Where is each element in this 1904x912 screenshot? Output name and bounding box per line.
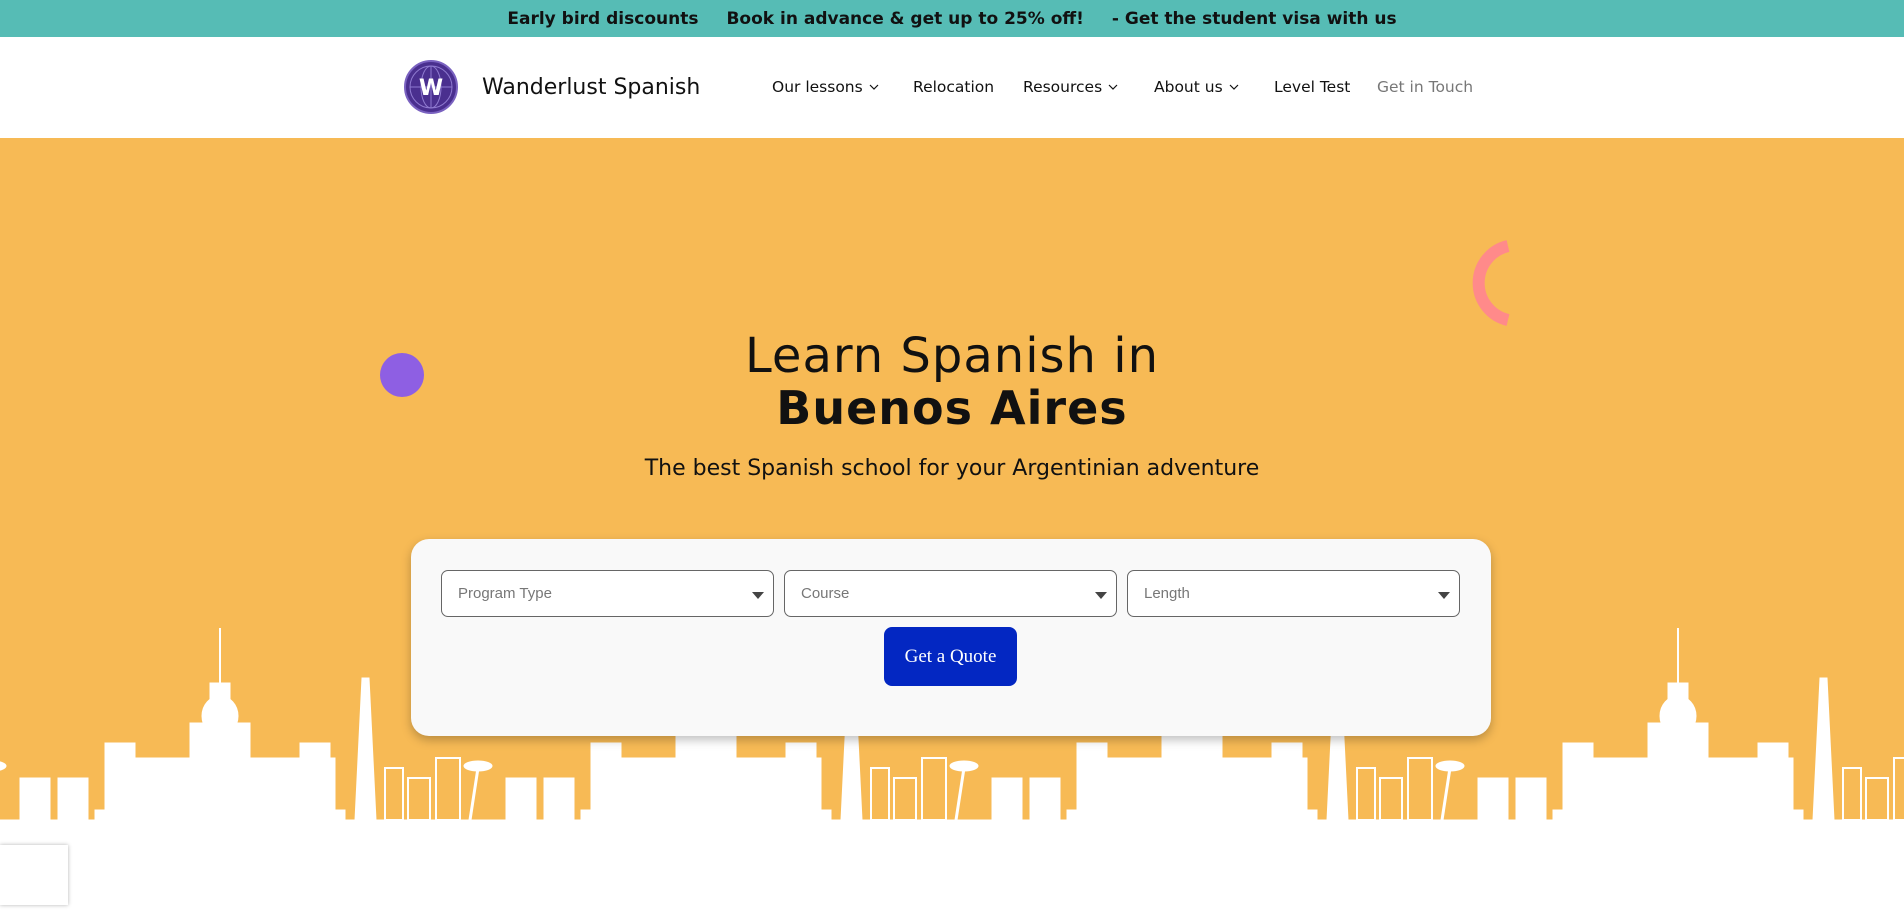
select-placeholder: Length [1144, 585, 1190, 602]
site-header: W Wanderlust Spanish Our lessons Relocat… [0, 37, 1904, 138]
chevron-down-icon [869, 82, 879, 92]
nav-label: Relocation [913, 78, 995, 96]
announcement-bar: Early bird discounts Book in advance & g… [0, 0, 1904, 37]
chevron-down-icon [1108, 82, 1118, 92]
length-select[interactable]: Length [1127, 570, 1460, 617]
select-placeholder: Course [801, 585, 850, 602]
caret-down-icon [752, 592, 764, 599]
nav-label: Get in Touch [1377, 78, 1474, 96]
nav-item-get-in-touch[interactable]: Get in Touch [1377, 78, 1473, 96]
early-bird-link[interactable]: Early bird discounts [507, 9, 698, 29]
quote-form-card: Program Type Course Length Get a Quote [411, 539, 1491, 736]
student-visa-link[interactable]: - Get the student visa with us [1112, 9, 1397, 29]
caret-down-icon [1438, 592, 1450, 599]
nav-label: Level Test [1274, 78, 1351, 96]
hero-title-line1: Learn Spanish in [745, 328, 1159, 384]
nav-item-relocation[interactable]: Relocation [913, 78, 994, 96]
hero-subtitle: The best Spanish school for your Argenti… [644, 456, 1260, 481]
chevron-down-icon [1229, 82, 1239, 92]
floating-widget[interactable] [0, 845, 68, 905]
advance-booking-link[interactable]: Book in advance & get up to 25% off! [726, 9, 1083, 29]
nav-label: Resources [1023, 78, 1103, 96]
nav-item-level-test[interactable]: Level Test [1274, 78, 1350, 96]
course-select[interactable]: Course [784, 570, 1117, 617]
nav-item-our-lessons[interactable]: Our lessons [772, 78, 879, 96]
program-type-select[interactable]: Program Type [441, 570, 774, 617]
nav-label: Our lessons [772, 78, 863, 96]
main-nav: Our lessons Relocation Resources About u… [0, 37, 1904, 138]
nav-item-about-us[interactable]: About us [1154, 78, 1239, 96]
select-placeholder: Program Type [458, 585, 552, 602]
nav-label: About us [1154, 78, 1223, 96]
hero-title-line2: Buenos Aires [776, 381, 1128, 435]
pink-arc-decoration [1472, 240, 1510, 326]
get-quote-button[interactable]: Get a Quote [884, 627, 1017, 686]
nav-item-resources[interactable]: Resources [1023, 78, 1118, 96]
caret-down-icon [1095, 592, 1107, 599]
